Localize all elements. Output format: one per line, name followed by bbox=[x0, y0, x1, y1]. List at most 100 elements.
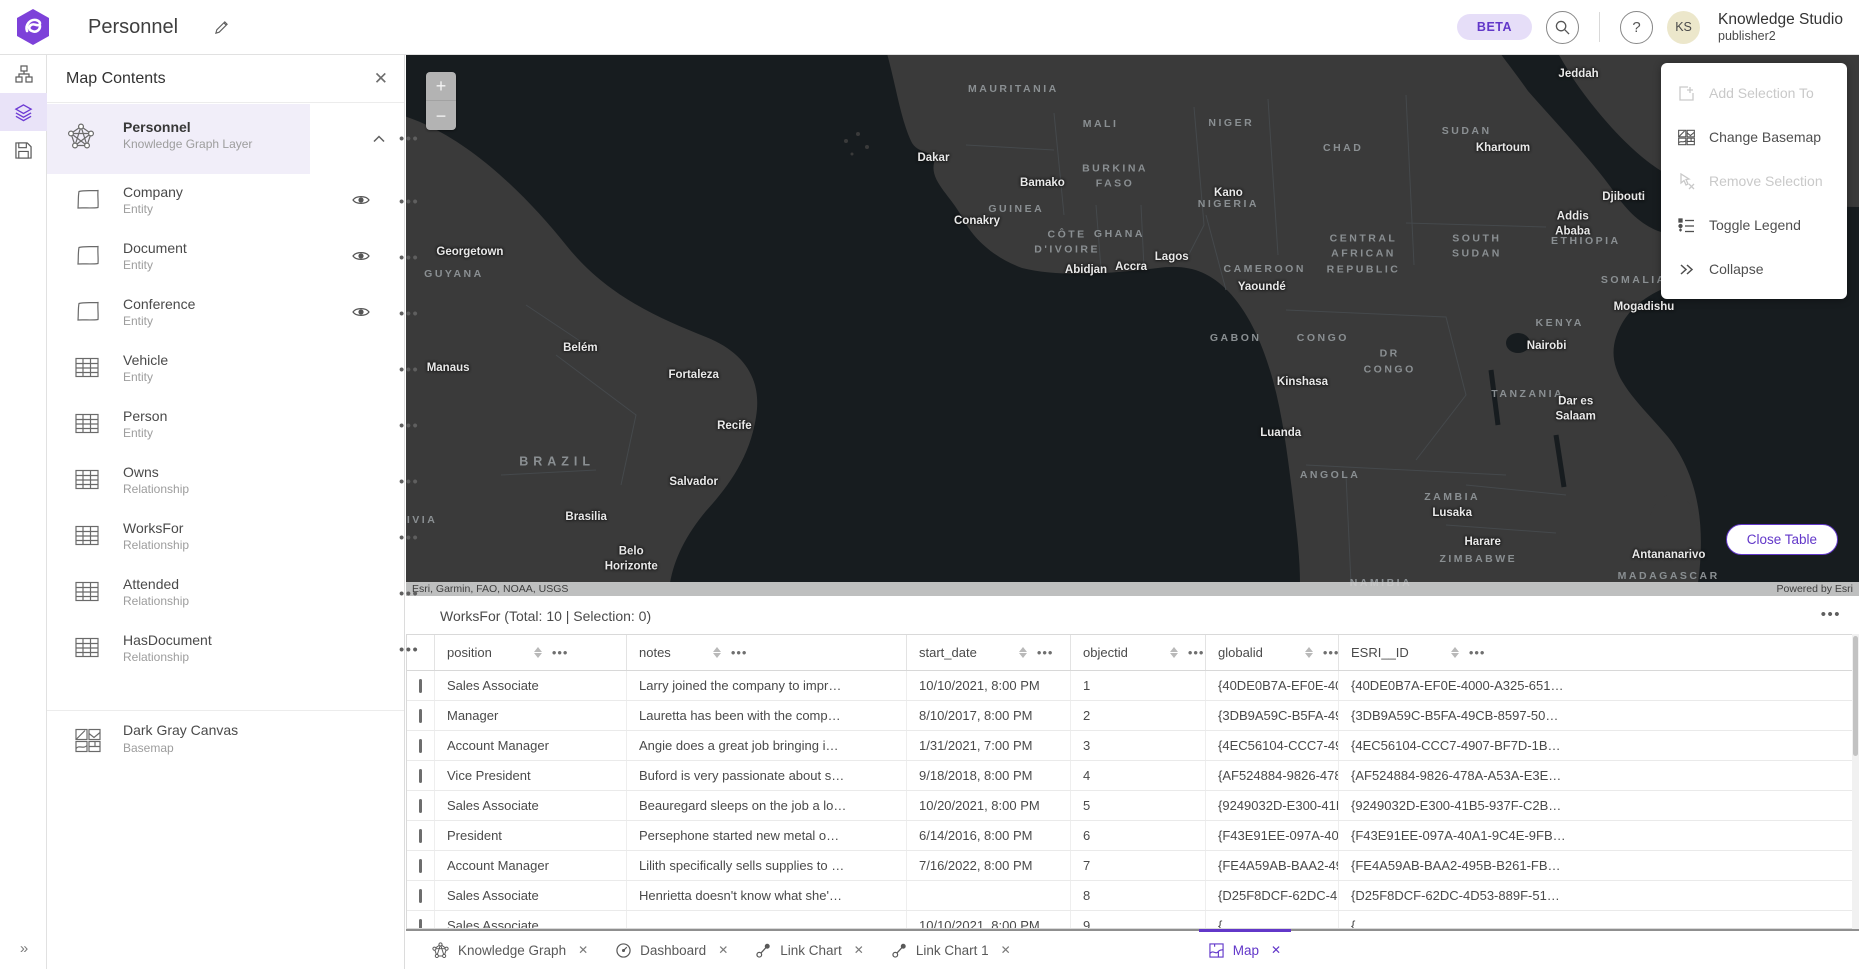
visibility-eye-icon[interactable] bbox=[352, 305, 370, 323]
layer-options-icon[interactable]: ••• bbox=[399, 250, 419, 267]
layer-options-icon[interactable]: ••• bbox=[399, 194, 419, 211]
table-row[interactable]: Sales AssociateBeauregard sleeps on the … bbox=[407, 791, 1859, 821]
layer-item-document[interactable]: Document Entity ••• bbox=[47, 230, 404, 286]
avatar[interactable]: KS bbox=[1667, 11, 1700, 44]
row-select-cell[interactable] bbox=[407, 671, 435, 700]
sort-icon[interactable] bbox=[1170, 647, 1178, 658]
search-button[interactable] bbox=[1546, 11, 1579, 44]
column-options-icon[interactable]: ••• bbox=[1188, 645, 1205, 660]
expand-rail-button[interactable]: » bbox=[0, 940, 47, 957]
close-table-button[interactable]: Close Table bbox=[1726, 524, 1838, 555]
map-view[interactable]: MAURITANIAMALINIGERCHADSUDANBURKINA FASO… bbox=[406, 55, 1859, 596]
layer-group-personnel[interactable]: Personnel Knowledge Graph Layer ••• bbox=[47, 104, 404, 174]
column-options-icon[interactable]: ••• bbox=[552, 645, 569, 660]
table-row[interactable]: Vice PresidentBuford is very passionate … bbox=[407, 761, 1859, 791]
layer-options-icon[interactable]: ••• bbox=[399, 362, 419, 379]
row-checkbox[interactable] bbox=[419, 889, 422, 903]
row-select-cell[interactable] bbox=[407, 821, 435, 850]
chevron-up-icon[interactable] bbox=[373, 130, 385, 148]
column-header-notes[interactable]: notes ••• bbox=[627, 635, 907, 670]
column-header-objectid[interactable]: objectid ••• bbox=[1071, 635, 1206, 670]
menu-item-change-basemap[interactable]: Change Basemap bbox=[1661, 115, 1847, 159]
layer-options-icon[interactable]: ••• bbox=[399, 306, 419, 323]
table-row[interactable]: Account ManagerLilith specifically sells… bbox=[407, 851, 1859, 881]
row-checkbox[interactable] bbox=[419, 739, 422, 753]
save-tool[interactable] bbox=[0, 131, 47, 169]
column-header-position[interactable]: position ••• bbox=[435, 635, 627, 670]
row-checkbox[interactable] bbox=[419, 919, 422, 930]
column-header-start_date[interactable]: start_date ••• bbox=[907, 635, 1071, 670]
tab-knowledge-graph[interactable]: Knowledge Graph ✕ bbox=[418, 931, 602, 969]
sort-icon[interactable] bbox=[1305, 647, 1313, 658]
layer-item-company[interactable]: Company Entity ••• bbox=[47, 174, 404, 230]
close-tab-icon[interactable]: ✕ bbox=[578, 943, 588, 957]
row-select-cell[interactable] bbox=[407, 881, 435, 910]
row-select-cell[interactable] bbox=[407, 911, 435, 929]
layer-item-conference[interactable]: Conference Entity ••• bbox=[47, 286, 404, 342]
close-tab-icon[interactable]: ✕ bbox=[718, 943, 728, 957]
row-select-cell[interactable] bbox=[407, 761, 435, 790]
layer-item-attended[interactable]: Attended Relationship ••• bbox=[47, 566, 404, 622]
row-checkbox[interactable] bbox=[419, 709, 422, 723]
table-options-icon[interactable]: ••• bbox=[1821, 606, 1841, 623]
map-contents-tool[interactable] bbox=[0, 93, 47, 131]
row-select-cell[interactable] bbox=[407, 791, 435, 820]
row-select-cell[interactable] bbox=[407, 851, 435, 880]
column-options-icon[interactable]: ••• bbox=[1037, 645, 1054, 660]
account-info[interactable]: Knowledge Studio publisher2 bbox=[1718, 11, 1843, 43]
table-row[interactable]: Sales AssociateLarry joined the company … bbox=[407, 671, 1859, 701]
close-tab-icon[interactable]: ✕ bbox=[1001, 943, 1011, 957]
tab-dashboard[interactable]: Dashboard ✕ bbox=[602, 931, 742, 969]
column-header-globalid[interactable]: globalid ••• bbox=[1206, 635, 1339, 670]
row-select-cell[interactable] bbox=[407, 701, 435, 730]
close-tab-icon[interactable]: ✕ bbox=[854, 943, 864, 957]
data-model-tool[interactable] bbox=[0, 55, 47, 93]
tab-link-chart-1[interactable]: Link Chart 1 ✕ bbox=[878, 931, 1025, 969]
table-row[interactable]: ManagerLauretta has been with the comp…8… bbox=[407, 701, 1859, 731]
row-select-cell[interactable] bbox=[407, 731, 435, 760]
tab-map[interactable]: Map ✕ bbox=[1195, 931, 1295, 969]
tab-link-chart[interactable]: Link Chart ✕ bbox=[742, 931, 878, 969]
help-button[interactable]: ? bbox=[1620, 11, 1653, 44]
layer-item-worksfor[interactable]: WorksFor Relationship ••• bbox=[47, 510, 404, 566]
sort-icon[interactable] bbox=[1451, 647, 1459, 658]
column-options-icon[interactable]: ••• bbox=[1469, 645, 1486, 660]
layer-options-icon[interactable]: ••• bbox=[399, 642, 419, 659]
sort-icon[interactable] bbox=[713, 647, 721, 658]
layer-options-icon[interactable]: ••• bbox=[399, 131, 419, 148]
row-checkbox[interactable] bbox=[419, 859, 422, 873]
table-row[interactable]: Account ManagerAngie does a great job br… bbox=[407, 731, 1859, 761]
sort-icon[interactable] bbox=[1019, 647, 1027, 658]
column-options-icon[interactable]: ••• bbox=[731, 645, 748, 660]
visibility-eye-icon[interactable] bbox=[352, 249, 370, 267]
row-checkbox[interactable] bbox=[419, 769, 422, 783]
column-header-esri__id[interactable]: ESRI__ID ••• bbox=[1339, 635, 1859, 670]
basemap-item[interactable]: Dark Gray Canvas Basemap bbox=[47, 718, 404, 768]
layer-options-icon[interactable]: ••• bbox=[399, 586, 419, 603]
layer-item-vehicle[interactable]: Vehicle Entity ••• bbox=[47, 342, 404, 398]
menu-item-collapse[interactable]: Collapse bbox=[1661, 247, 1847, 291]
layer-item-owns[interactable]: Owns Relationship ••• bbox=[47, 454, 404, 510]
row-checkbox[interactable] bbox=[419, 829, 422, 843]
table-row[interactable]: Sales AssociateHenrietta doesn't know wh… bbox=[407, 881, 1859, 911]
menu-item-toggle-legend[interactable]: Toggle Legend bbox=[1661, 203, 1847, 247]
column-options-icon[interactable]: ••• bbox=[1323, 645, 1339, 660]
layer-item-hasdocument[interactable]: HasDocument Relationship ••• bbox=[47, 622, 404, 678]
table-row[interactable]: PresidentPersephone started new metal o…… bbox=[407, 821, 1859, 851]
sort-icon[interactable] bbox=[534, 647, 542, 658]
row-checkbox[interactable] bbox=[419, 679, 422, 693]
layer-options-icon[interactable]: ••• bbox=[399, 530, 419, 547]
zoom-out-button[interactable]: − bbox=[426, 101, 456, 130]
visibility-eye-icon[interactable] bbox=[352, 193, 370, 211]
table-header-row: position ••• notes ••• start_date ••• ob… bbox=[407, 635, 1859, 671]
edit-title-icon[interactable] bbox=[214, 20, 229, 35]
table-scrollbar[interactable] bbox=[1852, 634, 1859, 929]
layer-options-icon[interactable]: ••• bbox=[399, 474, 419, 491]
zoom-in-button[interactable]: + bbox=[426, 72, 456, 101]
layer-options-icon[interactable]: ••• bbox=[399, 418, 419, 435]
close-panel-icon[interactable]: ✕ bbox=[374, 69, 388, 89]
row-checkbox[interactable] bbox=[419, 799, 422, 813]
layer-item-person[interactable]: Person Entity ••• bbox=[47, 398, 404, 454]
table-row[interactable]: Sales Associate…10/10/2021, 8:00 PM9{…{… bbox=[407, 911, 1859, 929]
close-tab-icon[interactable]: ✕ bbox=[1271, 943, 1281, 957]
